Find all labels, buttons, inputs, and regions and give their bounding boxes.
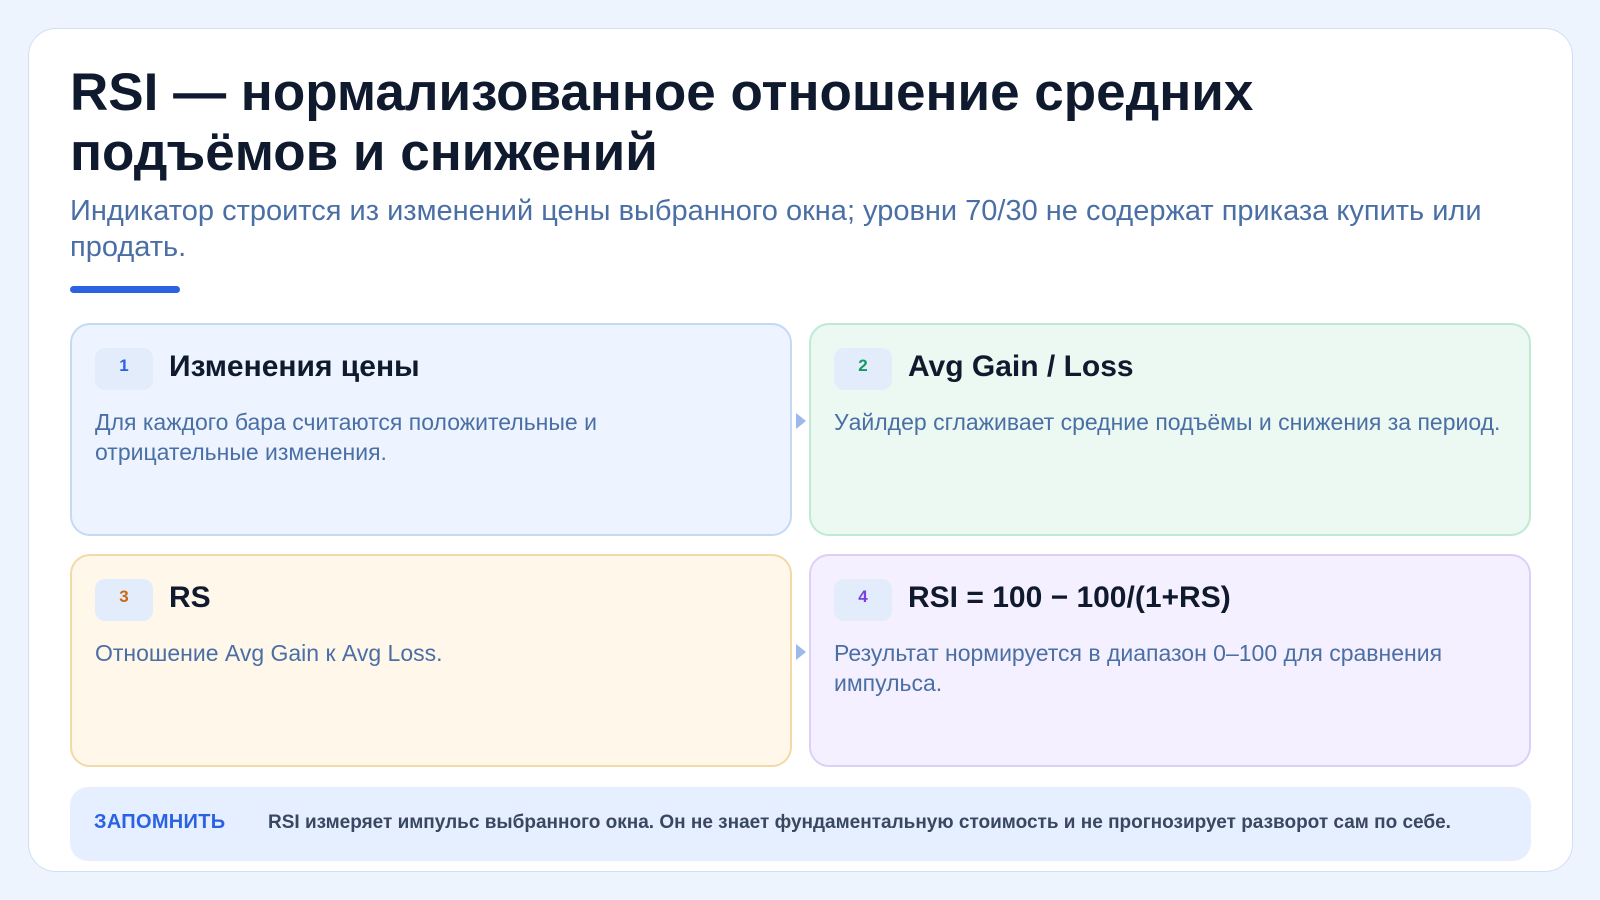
callout-label: ЗАПОМНИТЬ xyxy=(94,811,226,833)
page-title: RSI — нормализованное отношение средних … xyxy=(70,63,1254,182)
step-title: RSI = 100 − 100/(1+RS) xyxy=(908,581,1231,614)
page-subtitle: Индикатор строится из изменений цены выб… xyxy=(70,195,1482,263)
step-description: Отношение Avg Gain к Avg Loss. xyxy=(95,640,443,666)
step-number-badge: 1 xyxy=(95,348,153,390)
callout-text: RSI измеряет импульс выбранного окна. Он… xyxy=(268,812,1451,833)
slide-card: RSI — нормализованное отношение средних … xyxy=(28,28,1573,872)
step-number-badge: 2 xyxy=(834,348,892,390)
step-number-badge: 3 xyxy=(95,579,153,621)
step-card-3: 3 RS Отношение Avg Gain к Avg Loss. xyxy=(70,554,792,767)
step-title: RS xyxy=(169,581,211,614)
step-description: Результат нормируется в диапазон 0–100 д… xyxy=(834,640,1443,696)
step-card-2: 2 Avg Gain / Loss Уайлдер сглаживает сре… xyxy=(809,323,1531,536)
step-number-badge: 4 xyxy=(834,579,892,621)
step-title: Изменения цены xyxy=(169,350,420,383)
step-card-4: 4 RSI = 100 − 100/(1+RS) Результат норми… xyxy=(809,554,1531,767)
step-description: Уайлдер сглаживает средние подъёмы и сни… xyxy=(834,409,1501,435)
step-card-1: 1 Изменения цены Для каждого бара считаю… xyxy=(70,323,792,536)
accent-bar xyxy=(70,286,180,293)
arrow-right-icon xyxy=(796,644,806,660)
remember-callout: ЗАПОМНИТЬ RSI измеряет импульс выбранног… xyxy=(70,787,1531,861)
arrow-right-icon xyxy=(796,413,806,429)
step-title: Avg Gain / Loss xyxy=(908,350,1134,383)
step-description: Для каждого бара считаются положительные… xyxy=(95,409,597,465)
